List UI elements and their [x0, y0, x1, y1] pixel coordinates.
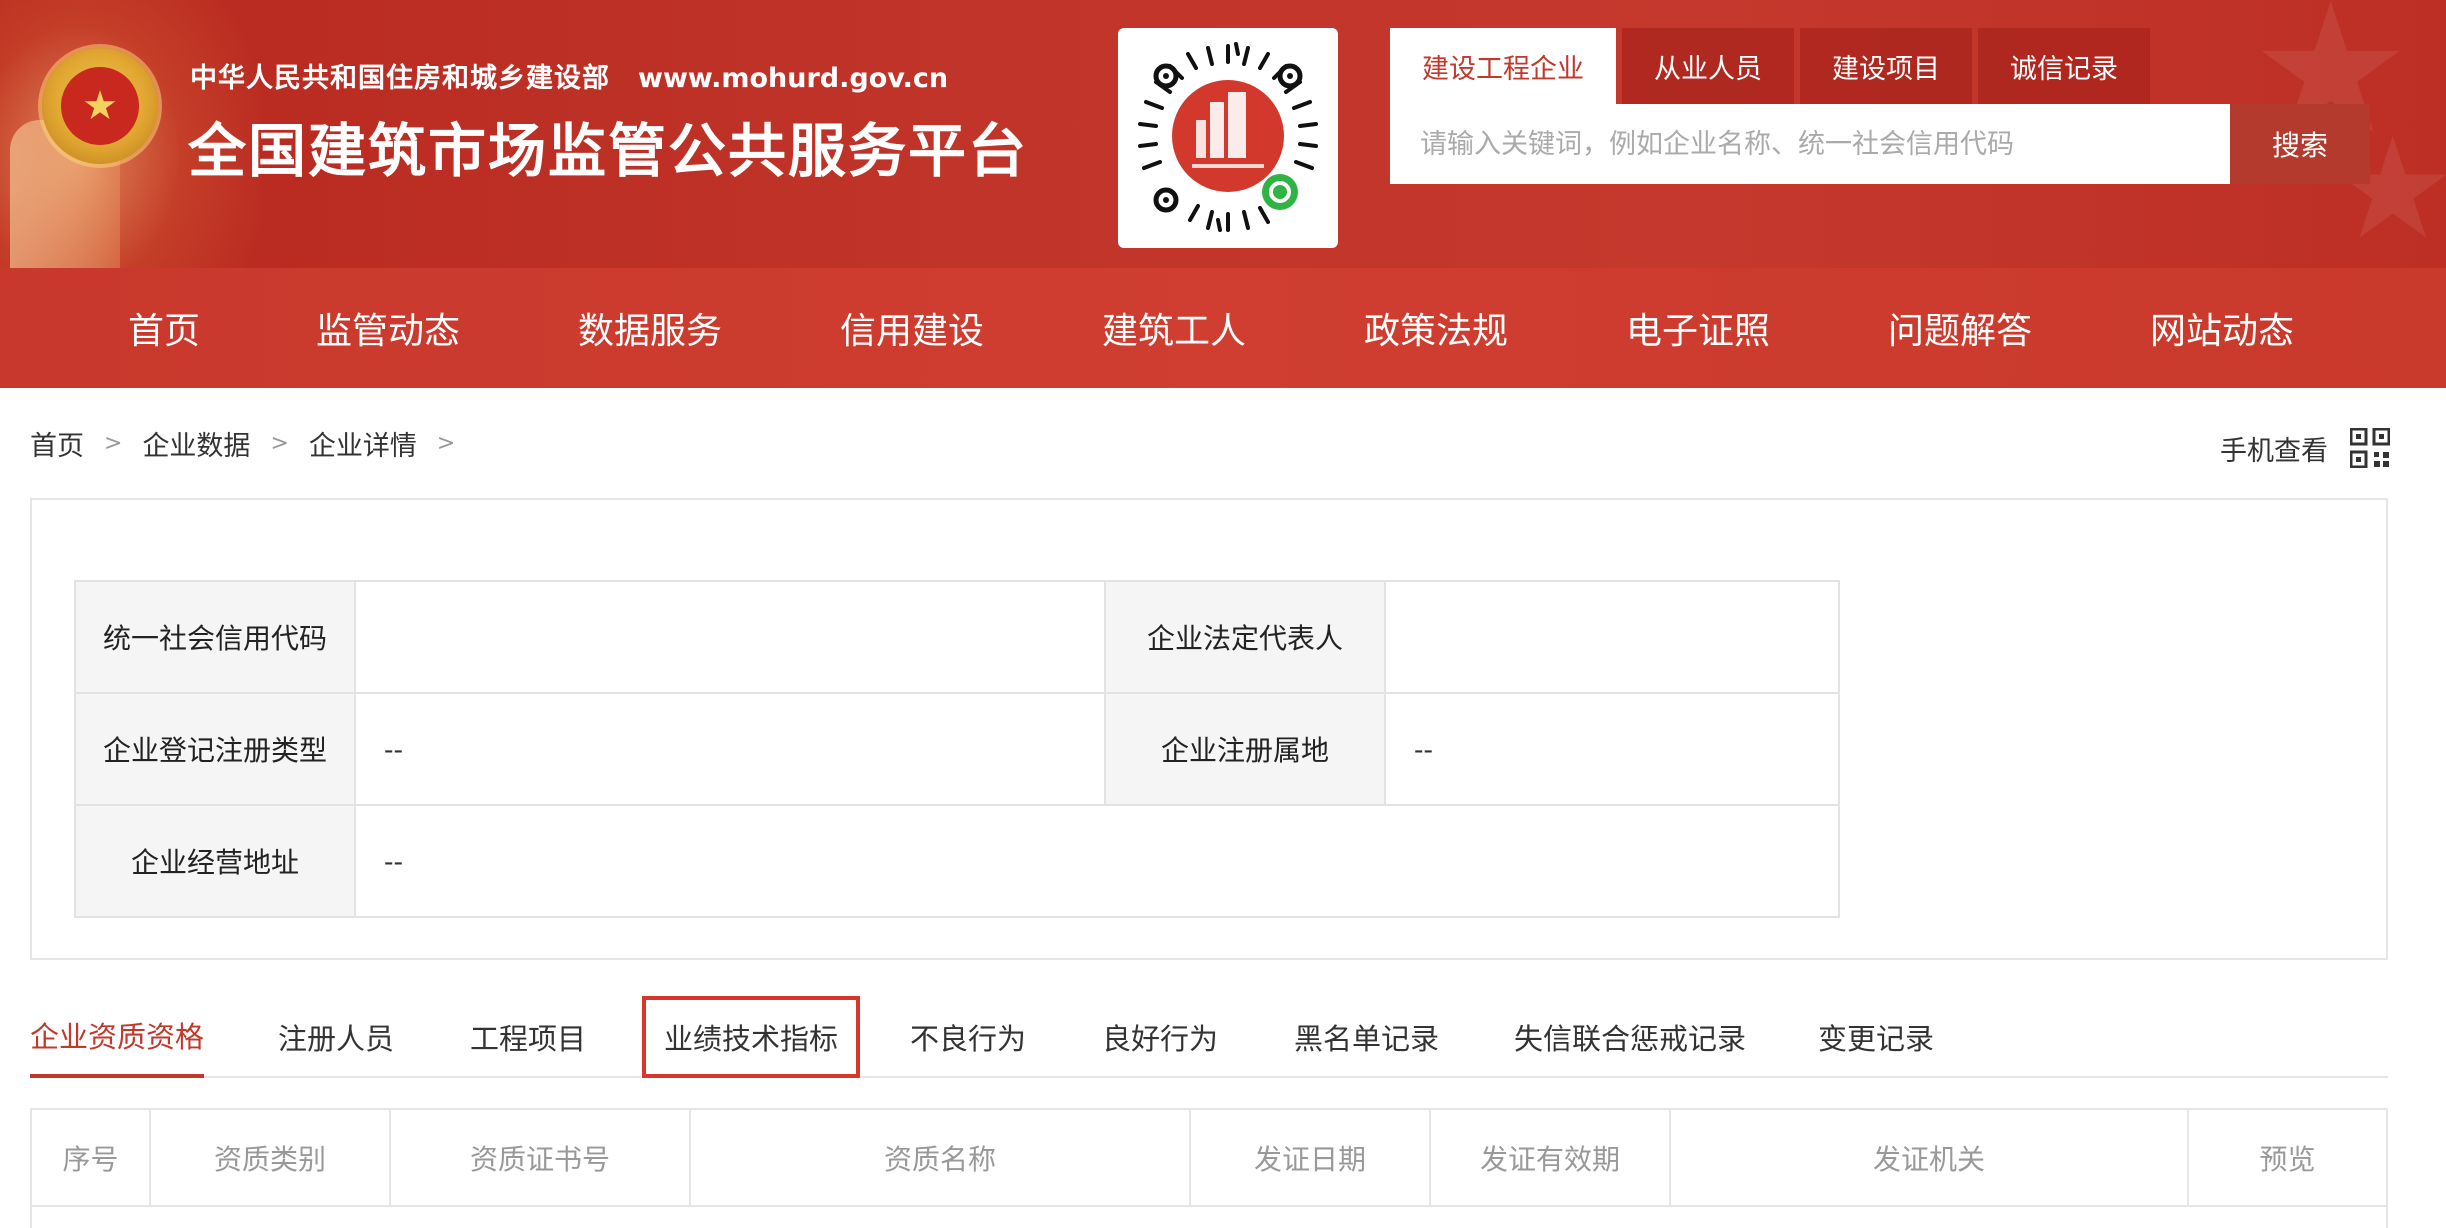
col-header-issuing-authority: 发证机关	[1670, 1110, 2189, 1207]
legal-rep-value	[1384, 580, 1840, 694]
nav-item-home[interactable]: 首页	[128, 302, 200, 354]
chevron-right-icon: >	[104, 431, 123, 456]
col-header-validity: 发证有效期	[1430, 1110, 1671, 1207]
breadcrumb: 首页 > 企业数据 > 企业详情 >	[30, 424, 475, 463]
legal-rep-label: 企业法定代表人	[1104, 580, 1386, 694]
credit-code-label: 统一社会信用代码	[74, 580, 356, 694]
reg-location-label: 企业注册属地	[1104, 692, 1386, 806]
col-header-index: 序号	[32, 1110, 151, 1207]
search-tab-projects[interactable]: 建设项目	[1800, 28, 1972, 104]
company-info-panel: 统一社会信用代码 企业法定代表人 企业登记注册类型 -- 企业注册属地 -- 企…	[30, 498, 2388, 960]
table-header-row: 序号 资质类别 资质证书号 资质名称 发证日期 发证有效期 发证机关 预览	[32, 1110, 2386, 1207]
tab-projects[interactable]: 工程项目	[470, 996, 586, 1078]
address-value: --	[354, 804, 1840, 918]
breadcrumb-company-data[interactable]: 企业数据	[142, 424, 250, 463]
col-header-issue-date: 发证日期	[1190, 1110, 1431, 1207]
nav-item-data-services[interactable]: 数据服务	[578, 302, 722, 354]
platform-title[interactable]: 全国建筑市场监管公共服务平台	[188, 104, 1028, 188]
nav-item-supervision-news[interactable]: 监管动态	[316, 302, 460, 354]
nav-item-e-certificates[interactable]: 电子证照	[1626, 302, 1770, 354]
info-row: 企业经营地址 --	[74, 804, 1840, 918]
search-type-tabs: 建设工程企业 从业人员 建设项目 诚信记录	[1390, 28, 2156, 104]
main-nav: 首页 监管动态 数据服务 信用建设 建筑工人 政策法规 电子证照 问题解答 网站…	[0, 268, 2446, 388]
info-row: 统一社会信用代码 企业法定代表人	[74, 580, 1840, 694]
reg-type-label: 企业登记注册类型	[74, 692, 356, 806]
qualification-table-container: 序号 资质类别 资质证书号 资质名称 发证日期 发证有效期 发证机关 预览	[30, 1108, 2388, 1228]
tab-joint-punishment[interactable]: 失信联合惩戒记录	[1514, 996, 1746, 1078]
ministry-name: 中华人民共和国住房和城乡建设部	[190, 63, 610, 94]
emblem-star-icon: ★	[61, 67, 139, 145]
search-button[interactable]: 搜索	[2230, 104, 2370, 184]
national-emblem-icon: ★	[42, 48, 158, 164]
col-header-preview: 预览	[2188, 1110, 2386, 1207]
header-banner: ★ ★ ★ 中华人民共和国住房和城乡建设部 www.mohurd.gov.cn 全…	[0, 0, 2446, 268]
breadcrumb-company-details: 企业详情	[308, 431, 417, 462]
search-tab-credit-records[interactable]: 诚信记录	[1978, 28, 2150, 104]
tab-bad-behavior[interactable]: 不良行为	[910, 996, 1026, 1078]
info-row: 企业登记注册类型 -- 企业注册属地 --	[74, 692, 1840, 806]
nav-item-site-news[interactable]: 网站动态	[2150, 302, 2294, 354]
reg-location-value: --	[1384, 692, 1840, 806]
tab-change-records[interactable]: 变更记录	[1818, 996, 1934, 1078]
nav-item-construction-workers[interactable]: 建筑工人	[1102, 302, 1246, 354]
tab-registered-personnel[interactable]: 注册人员	[278, 996, 394, 1078]
search-input[interactable]	[1390, 104, 2230, 184]
site-header: ★ ★ ★ 中华人民共和国住房和城乡建设部 www.mohurd.gov.cn 全…	[0, 0, 2446, 388]
search-tab-personnel[interactable]: 从业人员	[1622, 28, 1794, 104]
qualification-table: 序号 资质类别 资质证书号 资质名称 发证日期 发证有效期 发证机关 预览	[32, 1110, 2386, 1207]
address-label: 企业经营地址	[74, 804, 356, 918]
nav-item-credit-building[interactable]: 信用建设	[840, 302, 984, 354]
ministry-url[interactable]: www.mohurd.gov.cn	[638, 63, 948, 94]
tab-performance-indicators[interactable]: 业绩技术指标	[642, 996, 861, 1078]
reg-type-value: --	[354, 692, 1106, 806]
credit-code-value	[354, 580, 1106, 694]
col-header-qualification-name: 资质名称	[690, 1110, 1191, 1207]
search-bar: 搜索	[1390, 104, 2370, 184]
nav-item-policies-regulations[interactable]: 政策法规	[1364, 302, 1508, 354]
col-header-cert-number: 资质证书号	[390, 1110, 691, 1207]
company-info-table: 统一社会信用代码 企业法定代表人 企业登记注册类型 -- 企业注册属地 -- 企…	[74, 580, 1840, 918]
breadcrumb-home[interactable]: 首页	[30, 424, 84, 463]
qr-code-icon	[2350, 428, 2390, 468]
nav-item-faq[interactable]: 问题解答	[1888, 302, 2032, 354]
search-tab-companies[interactable]: 建设工程企业	[1390, 28, 1616, 104]
tab-qualifications[interactable]: 企业资质资格	[30, 996, 205, 1078]
mini-program-qr-code	[1118, 28, 1338, 248]
mobile-view-link[interactable]: 手机查看	[2220, 428, 2390, 468]
col-header-category: 资质类别	[150, 1110, 391, 1207]
tab-good-behavior[interactable]: 良好行为	[1102, 996, 1218, 1078]
qr-code-icon	[1138, 42, 1318, 232]
chevron-right-icon: >	[270, 431, 289, 456]
ministry-line: 中华人民共和国住房和城乡建设部 www.mohurd.gov.cn	[190, 56, 948, 95]
mobile-view-label: 手机查看	[2220, 435, 2328, 467]
tab-blacklist[interactable]: 黑名单记录	[1294, 996, 1439, 1078]
chevron-right-icon: >	[436, 431, 456, 456]
detail-tabs: 企业资质资格 注册人员 工程项目 业绩技术指标 不良行为 良好行为 黑名单记录 …	[30, 996, 2388, 1078]
